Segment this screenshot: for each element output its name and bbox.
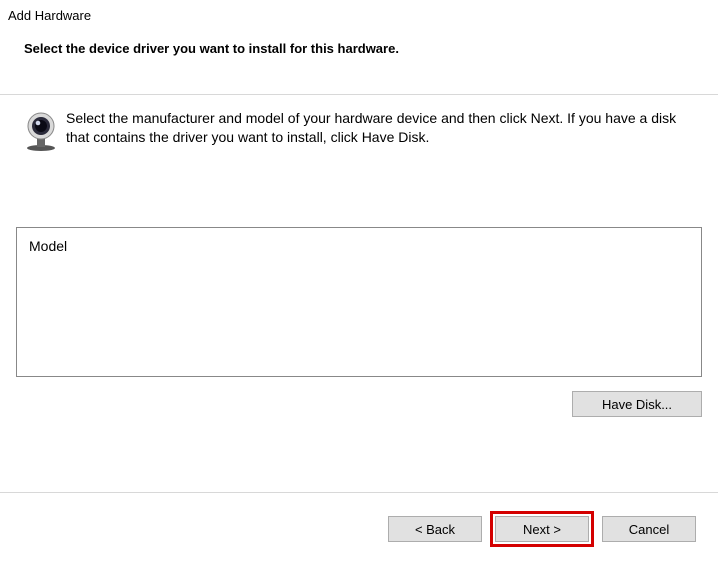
cancel-button[interactable]: Cancel xyxy=(602,516,696,542)
back-button[interactable]: < Back xyxy=(388,516,482,542)
footer-buttons: < Back Next > Cancel xyxy=(0,492,718,563)
info-text: Select the manufacturer and model of you… xyxy=(66,109,702,147)
model-list[interactable]: Model xyxy=(16,227,702,377)
webcam-icon xyxy=(16,109,66,151)
next-button[interactable]: Next > xyxy=(495,516,589,542)
title-bar: Add Hardware xyxy=(0,0,718,27)
page-header: Select the device driver you want to ins… xyxy=(0,27,718,94)
have-disk-row: Have Disk... xyxy=(16,391,702,417)
model-list-header: Model xyxy=(29,238,689,254)
content-area: Select the manufacturer and model of you… xyxy=(0,95,718,492)
have-disk-button[interactable]: Have Disk... xyxy=(572,391,702,417)
window-title: Add Hardware xyxy=(8,8,708,23)
info-row: Select the manufacturer and model of you… xyxy=(16,109,702,151)
next-button-highlight: Next > xyxy=(490,511,594,547)
add-hardware-wizard: Add Hardware Select the device driver yo… xyxy=(0,0,718,563)
